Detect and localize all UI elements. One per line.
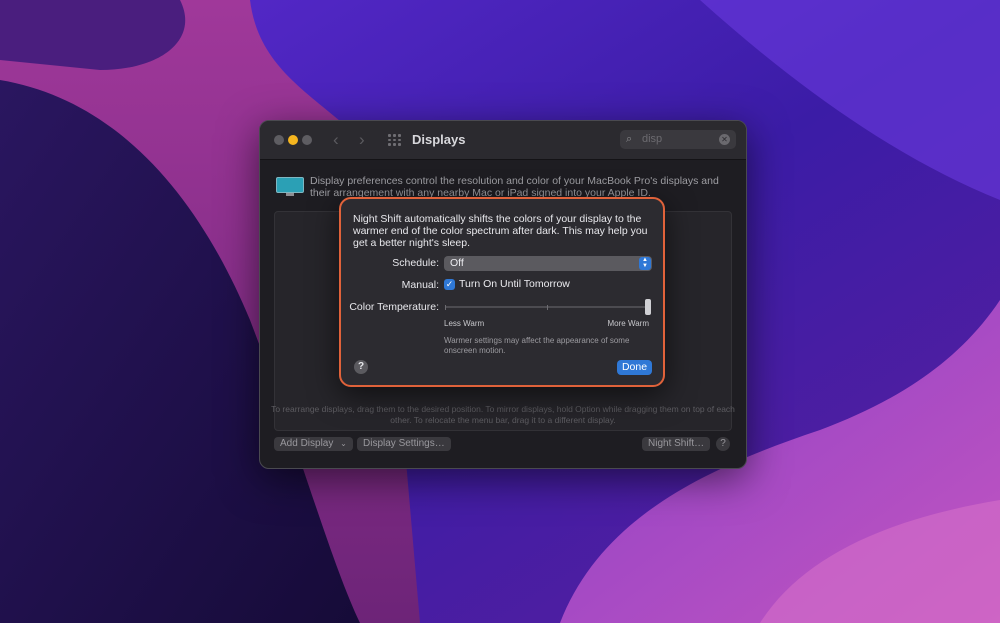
help-button[interactable]: ? <box>716 437 730 451</box>
popup-arrows-icon: ▲ ▼ <box>639 257 651 270</box>
warmer-settings-note: Warmer settings may affect the appearanc… <box>444 336 630 355</box>
night-shift-sheet: Night Shift automatically shifts the col… <box>339 197 665 387</box>
add-display-button[interactable]: Add Display ⌄ <box>274 437 353 451</box>
color-temperature-knob[interactable] <box>645 299 651 315</box>
show-all-grid-icon[interactable] <box>388 134 401 146</box>
less-warm-label: Less Warm <box>444 319 485 328</box>
more-warm-label: More Warm <box>607 319 649 328</box>
search-field[interactable]: ⌕ disp ✕ <box>620 130 736 149</box>
window-title: Displays <box>412 132 466 147</box>
minimize-button[interactable] <box>288 135 298 145</box>
search-icon: ⌕ <box>626 133 633 145</box>
schedule-popup[interactable]: Off ▲ ▼ <box>444 256 652 271</box>
slider-tick <box>547 305 548 310</box>
turn-on-until-tomorrow-label[interactable]: Turn On Until Tomorrow <box>459 278 570 290</box>
add-display-label: Add Display <box>280 438 334 449</box>
title-bar: ‹ › Displays ⌕ disp ✕ <box>260 121 746 160</box>
schedule-value: Off <box>450 257 464 269</box>
slider-tick <box>445 305 446 310</box>
sheet-help-button[interactable]: ? <box>354 360 368 374</box>
turn-on-until-tomorrow-checkbox[interactable]: ✓ <box>444 279 455 290</box>
manual-label: Manual: <box>401 279 439 291</box>
search-input-value[interactable]: disp <box>642 133 662 145</box>
displays-description: Display preferences control the resoluti… <box>310 175 719 199</box>
arrangement-hint: To rearrange displays, drag them to the … <box>271 404 735 425</box>
color-temperature-label: Color Temperature: <box>349 301 439 313</box>
forward-arrow-icon[interactable]: › <box>359 131 365 149</box>
chevron-down-icon: ⌄ <box>340 439 347 448</box>
clear-search-icon[interactable]: ✕ <box>719 134 730 145</box>
display-icon <box>276 177 304 196</box>
night-shift-intro: Night Shift automatically shifts the col… <box>353 213 648 249</box>
close-button[interactable] <box>274 135 284 145</box>
back-arrow-icon[interactable]: ‹ <box>333 131 339 149</box>
zoom-button[interactable] <box>302 135 312 145</box>
done-button[interactable]: Done <box>617 360 652 375</box>
night-shift-button[interactable]: Night Shift… <box>642 437 711 451</box>
schedule-label: Schedule: <box>392 257 439 269</box>
display-settings-button[interactable]: Display Settings… <box>357 437 451 451</box>
